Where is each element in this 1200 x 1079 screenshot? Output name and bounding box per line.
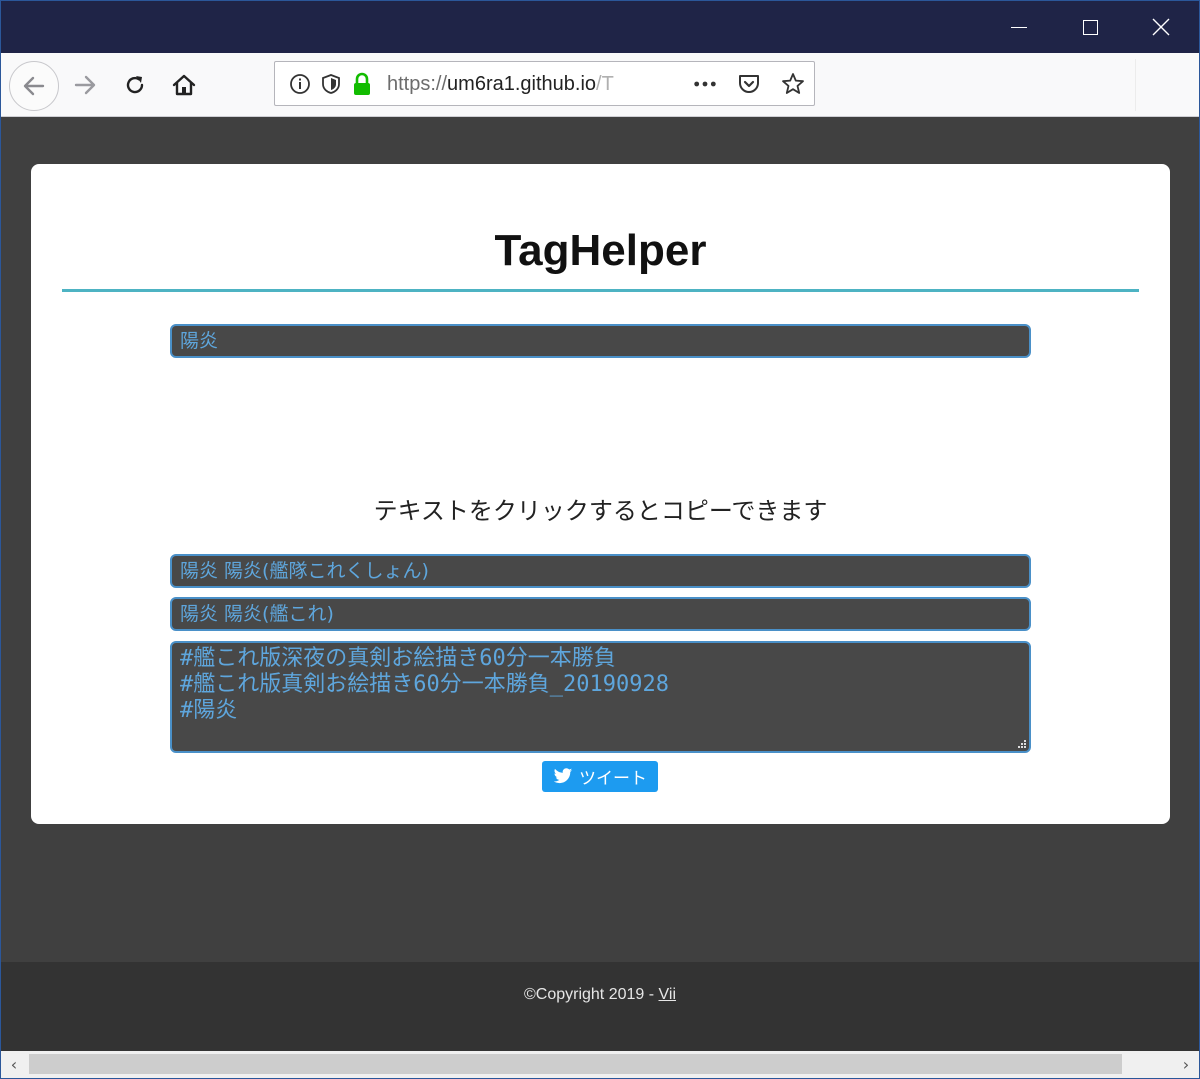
pocket-icon[interactable] (737, 72, 761, 96)
url-bar[interactable]: https://um6ra1.github.io/T (274, 61, 815, 106)
home-button[interactable] (162, 63, 206, 107)
more-actions-icon[interactable] (693, 72, 717, 96)
reload-icon (126, 76, 144, 94)
back-arrow-icon (23, 76, 45, 96)
copyright-label: ©Copyright 2019 - (523, 986, 659, 1003)
main-card: TagHelper 陽炎 テキストをクリックするとコピーできます 陽炎 陽炎(艦… (31, 164, 1170, 824)
tweet-button[interactable]: ツイート (542, 761, 658, 792)
url-domain: um6ra1.github.io (447, 73, 597, 95)
maximize-button[interactable] (1055, 1, 1125, 53)
tag-input[interactable]: 陽炎 (170, 324, 1031, 358)
resize-grip-icon[interactable] (1016, 738, 1026, 748)
page-title: TagHelper (494, 226, 707, 275)
browser-window: https://um6ra1.github.io/T TagHelper 陽炎 … (0, 0, 1200, 1079)
hashtag-line: #艦これ版真剣お絵描き60分一本勝負_20190928 (180, 672, 669, 697)
tag-output-short[interactable]: 陽炎 陽炎(艦これ) (170, 597, 1031, 631)
scroll-right-icon[interactable]: › (1173, 1051, 1199, 1078)
maximize-icon (1082, 19, 1098, 35)
tweet-button-label: ツイート (579, 769, 647, 789)
close-icon (1152, 18, 1170, 36)
url-text[interactable]: https://um6ra1.github.io/T (387, 73, 637, 97)
scrollbar-thumb[interactable] (29, 1054, 1122, 1074)
tag-output-full[interactable]: 陽炎 陽炎(艦隊これくしょん) (170, 554, 1031, 588)
copyright-text: ©Copyright 2019 - Vii (1, 986, 1199, 1004)
reload-button[interactable] (113, 63, 157, 107)
forward-button[interactable] (63, 63, 107, 107)
copy-instruction: テキストをクリックするとコピーできます (373, 497, 828, 525)
toolbar-separator (1135, 59, 1136, 111)
title-divider (62, 289, 1139, 292)
minimize-button[interactable] (984, 1, 1054, 53)
horizontal-scrollbar[interactable]: ‹ › (1, 1051, 1199, 1078)
hashtag-line: #艦これ版深夜の真剣お絵描き60分一本勝負 (180, 646, 616, 671)
hashtag-textarea[interactable]: #艦これ版深夜の真剣お絵描き60分一本勝負 #艦これ版真剣お絵描き60分一本勝負… (170, 641, 1031, 753)
home-icon (172, 74, 196, 96)
close-button[interactable] (1126, 1, 1196, 53)
title-bar (1, 1, 1199, 53)
bookmark-star-icon[interactable] (781, 72, 805, 96)
hashtag-line: #陽炎 (180, 698, 238, 723)
back-button[interactable] (9, 61, 59, 111)
url-protocol: https:// (387, 73, 448, 95)
forward-arrow-icon (74, 75, 96, 95)
scroll-left-icon[interactable]: ‹ (1, 1051, 27, 1078)
page-content: TagHelper 陽炎 テキストをクリックするとコピーできます 陽炎 陽炎(艦… (1, 117, 1199, 962)
page-footer: ©Copyright 2019 - Vii (1, 962, 1199, 1051)
lock-icon[interactable] (350, 72, 374, 96)
tracking-shield-icon[interactable] (319, 72, 343, 96)
author-link[interactable]: Vii (659, 986, 677, 1003)
url-path: /T (596, 73, 614, 95)
navigation-bar: https://um6ra1.github.io/T (1, 53, 1199, 117)
minimize-icon (1011, 26, 1027, 28)
twitter-bird-icon (553, 768, 573, 784)
info-icon[interactable] (288, 72, 312, 96)
